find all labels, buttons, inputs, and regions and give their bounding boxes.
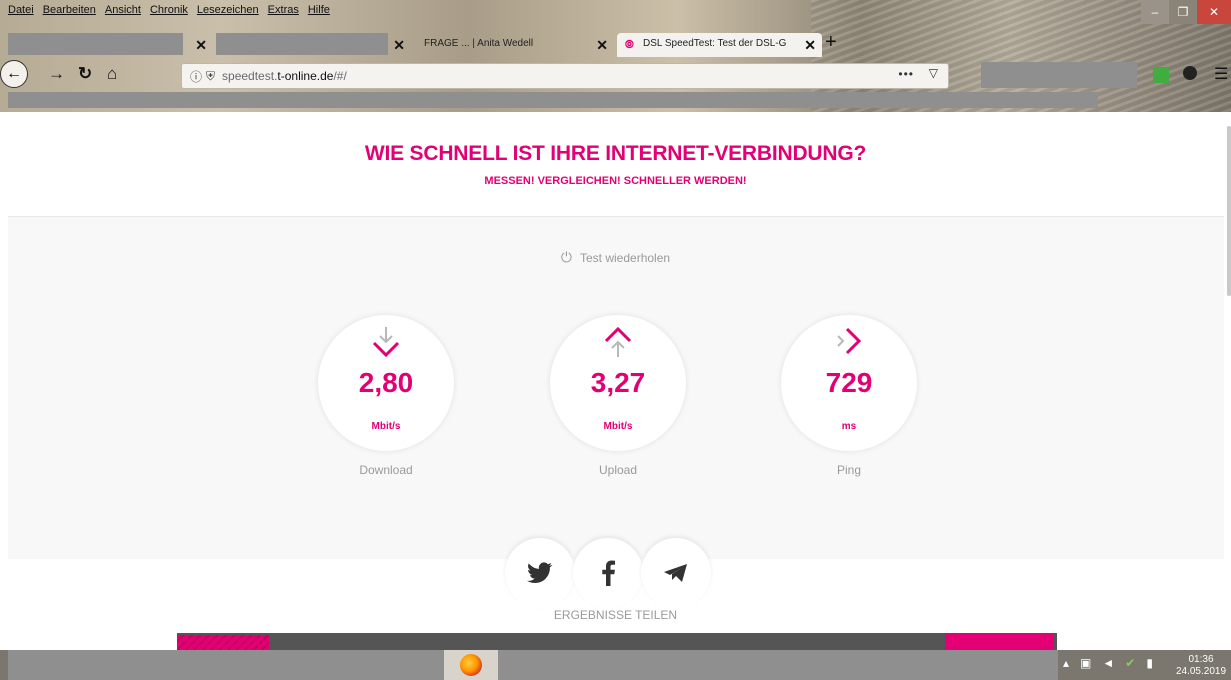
download-metric: 2,80 Mbit/s: [318, 315, 454, 451]
page-headline: WIE SCHNELL IST IHRE INTERNET-VERBINDUNG…: [364, 142, 867, 165]
home-icon[interactable]: ⌂: [107, 64, 117, 84]
close-tab-icon[interactable]: ✕: [195, 37, 207, 54]
address-bar[interactable]: ⓘ ⛨ speedtest.t-online.de/#/ ••• ▽: [181, 63, 949, 89]
facebook-icon: [602, 560, 615, 586]
download-label: Download: [359, 463, 413, 477]
tracking-shield-icon[interactable]: ⛨: [206, 69, 215, 84]
tab-4-active[interactable]: ⦾ DSL SpeedTest: Test der DSL-G ✕: [617, 33, 822, 57]
redacted-tab-title: [216, 33, 388, 55]
hamburger-menu-icon[interactable]: ☰: [1214, 64, 1228, 84]
banner-accept-button[interactable]: [945, 633, 1053, 650]
volume-icon[interactable]: ◄: [1102, 656, 1114, 670]
menu-chronik[interactable]: Chronik: [150, 4, 188, 16]
reload-icon[interactable]: ↻: [78, 64, 92, 84]
page-actions-icon[interactable]: •••: [898, 67, 914, 81]
ping-chevron-icon: [781, 325, 917, 359]
twitter-icon: [527, 562, 553, 584]
retest-label: Test wiederholen: [580, 251, 671, 265]
extension-dark-icon[interactable]: [1183, 66, 1197, 80]
redacted-taskbar-area: [498, 650, 1058, 680]
speedtest-favicon-icon: ⦾: [625, 39, 634, 51]
browser-chrome: Datei Bearbeiten Ansicht Chronik Lesezei…: [0, 0, 1231, 112]
telegram-share-button[interactable]: [641, 538, 711, 608]
network-icon[interactable]: ▣: [1080, 656, 1091, 670]
redacted-taskbar-area: [8, 650, 444, 680]
url-text: speedtest.t-online.de/#/: [222, 69, 347, 83]
download-arrow-icon: [318, 325, 454, 359]
ping-value: 729: [825, 367, 873, 398]
close-tab-icon[interactable]: ✕: [596, 37, 608, 54]
menu-bearbeiten[interactable]: Bearbeiten: [43, 4, 96, 16]
web-page: WIE SCHNELL IST IHRE INTERNET-VERBINDUNG…: [0, 112, 1231, 650]
menu-lesezeichen[interactable]: Lesezeichen: [197, 4, 259, 16]
new-tab-icon[interactable]: +: [825, 31, 837, 54]
tab-3[interactable]: FRAGE ... | Anita Wedell ✕: [414, 33, 614, 57]
clock-time: 01:36: [1188, 654, 1214, 665]
taskbar-clock[interactable]: 01:36 24.05.2019: [1174, 654, 1228, 678]
cookie-banner: [177, 633, 1057, 650]
redacted-bookmarks-bar: [8, 92, 1098, 108]
tab-2[interactable]: ✕: [216, 33, 411, 57]
download-value: 2,80: [358, 367, 414, 398]
firefox-icon: [460, 654, 482, 676]
twitter-share-button[interactable]: [505, 538, 575, 608]
upload-arrow-icon: [550, 325, 686, 359]
system-tray: ▴ ▣ ◄ ✔ ▮: [1063, 656, 1153, 670]
tab-label: FRAGE ... | Anita Wedell: [424, 38, 534, 49]
close-tab-icon[interactable]: ✕: [393, 37, 405, 54]
redacted-extension-area: [981, 62, 1137, 88]
upload-metric: 3,27 Mbit/s: [550, 315, 686, 451]
security-tray-icon[interactable]: ✔: [1125, 656, 1135, 670]
redacted-tab-title: [8, 33, 183, 55]
upload-unit: Mbit/s: [603, 421, 633, 432]
menu-hilfe[interactable]: Hilfe: [308, 4, 330, 16]
pocket-icon[interactable]: ▽: [929, 66, 938, 80]
tab-1[interactable]: ✕: [8, 33, 213, 57]
share-caption: ERGEBNISSE TEILEN: [553, 608, 678, 622]
windows-taskbar: ▴ ▣ ◄ ✔ ▮ 01:36 24.05.2019: [0, 650, 1231, 680]
nav-toolbar: ← → ↻ ⌂ ⓘ ⛨ speedtest.t-online.de/#/ •••…: [0, 60, 1231, 90]
facebook-share-button[interactable]: [573, 538, 643, 608]
ping-metric: 729 ms: [781, 315, 917, 451]
close-tab-icon[interactable]: ✕: [804, 37, 816, 54]
extension-green-icon[interactable]: [1153, 67, 1169, 83]
clock-date: 24.05.2019: [1175, 666, 1227, 677]
upload-value: 3,27: [590, 367, 646, 398]
close-window-button[interactable]: ✕: [1197, 0, 1231, 24]
banner-brand-stripe: [177, 635, 269, 650]
info-icon[interactable]: ⓘ: [190, 68, 202, 85]
download-unit: Mbit/s: [371, 421, 401, 432]
ping-label: Ping: [836, 463, 862, 477]
retest-button[interactable]: ⏻ Test wiederholen: [0, 249, 1231, 266]
back-arrow-icon[interactable]: ←: [0, 60, 28, 88]
paper-plane-icon: [664, 564, 687, 582]
page-subline: MESSEN! VERGLEICHEN! SCHNELLER WERDEN!: [484, 175, 747, 187]
forward-arrow-icon[interactable]: →: [48, 64, 65, 84]
window-controls: – ❐ ✕: [1141, 0, 1231, 24]
firefox-taskbar-button[interactable]: [444, 650, 498, 680]
menu-extras[interactable]: Extras: [268, 4, 299, 16]
battery-icon[interactable]: ▮: [1146, 656, 1153, 670]
tab-label: DSL SpeedTest: Test der DSL-G: [643, 38, 787, 49]
menu-bar: Datei Bearbeiten Ansicht Chronik Lesezei…: [8, 4, 330, 16]
tab-strip: ✕ ✕ FRAGE ... | Anita Wedell ✕ ⦾ DSL Spe…: [0, 31, 900, 57]
upload-label: Upload: [598, 463, 638, 477]
menu-ansicht[interactable]: Ansicht: [105, 4, 141, 16]
maximize-button[interactable]: ❐: [1169, 0, 1197, 24]
ping-unit: ms: [841, 421, 857, 432]
minimize-button[interactable]: –: [1141, 0, 1169, 24]
menu-datei[interactable]: Datei: [8, 4, 34, 16]
tray-chevron-up-icon[interactable]: ▴: [1063, 656, 1069, 670]
power-icon: ⏻: [560, 249, 572, 265]
